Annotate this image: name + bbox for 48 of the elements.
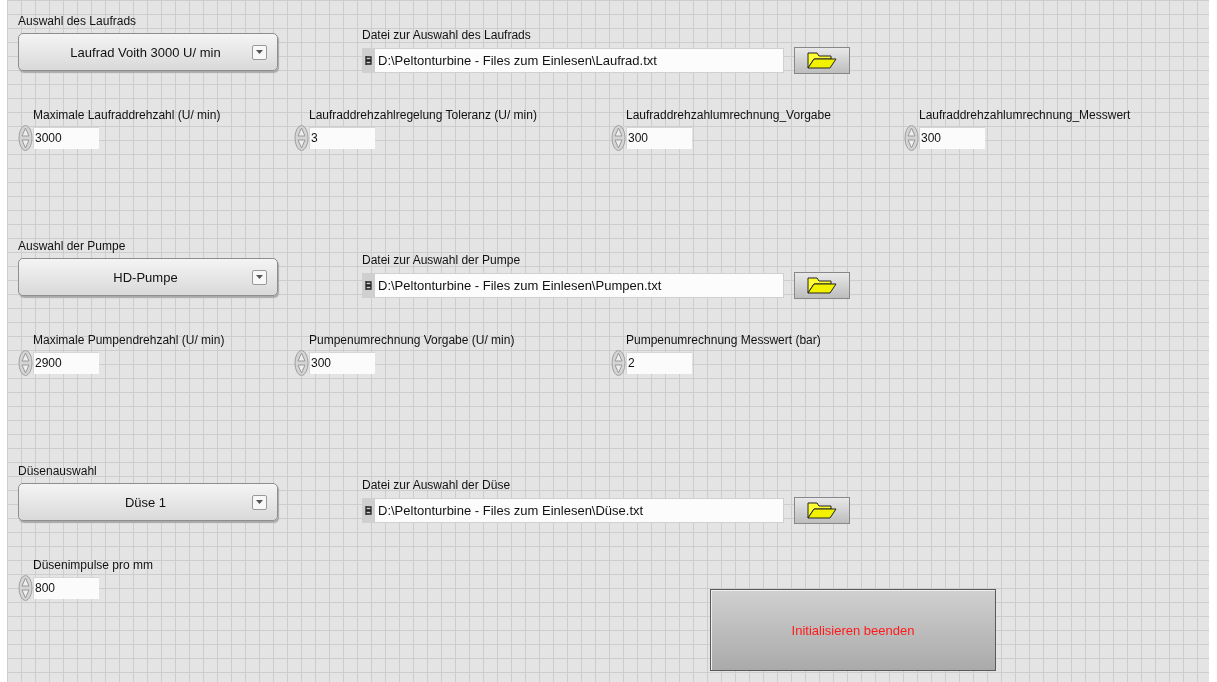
- browse-button[interactable]: [794, 497, 850, 524]
- dropdown-arrow-icon[interactable]: [256, 274, 263, 280]
- spinner-arrows-icon[interactable]: [611, 125, 626, 151]
- numeric-field[interactable]: 2: [626, 352, 692, 374]
- ring-dropdown[interactable]: Düse 1: [18, 483, 278, 521]
- folder-icon: [807, 502, 837, 519]
- spinner-arrows-icon[interactable]: [18, 575, 33, 601]
- spinner-arrows-icon[interactable]: [904, 125, 919, 151]
- ring-dropdown[interactable]: Laufrad Voith 3000 U/ min: [18, 33, 278, 71]
- spinner-arrows-icon[interactable]: [294, 125, 309, 151]
- spinner-arrows-icon[interactable]: [18, 350, 33, 376]
- numeric-label: Maximale Pumpendrehzahl (U/ min): [32, 333, 226, 348]
- numeric-field[interactable]: 300: [919, 127, 985, 149]
- selector-label: Auswahl des Laufrads: [18, 14, 138, 29]
- spinner-arrows-icon[interactable]: [294, 350, 309, 376]
- numeric-label: Pumpenumrechnung Messwert (bar): [625, 333, 822, 348]
- numeric-field[interactable]: 3: [309, 127, 375, 149]
- numeric-field[interactable]: 3000: [33, 127, 99, 149]
- dropdown-arrow-icon[interactable]: [256, 49, 263, 55]
- file-path-field[interactable]: D:\Peltonturbine - Files zum Einlesen\Pumpen.txt: [362, 273, 784, 298]
- selector-label: Düsenauswahl: [18, 464, 98, 479]
- file-path-label: Datei zur Auswahl der Pumpe: [362, 253, 522, 268]
- spinner-arrows-icon[interactable]: [611, 350, 626, 376]
- path-icon: [365, 505, 373, 516]
- numeric-field[interactable]: 2900: [33, 352, 99, 374]
- numeric-label: Laufraddrehzahlumrechnung_Messwert: [918, 108, 1132, 123]
- numeric-field[interactable]: 800: [33, 577, 99, 599]
- folder-icon: [807, 277, 837, 294]
- folder-icon: [807, 52, 837, 69]
- numeric-field[interactable]: 300: [309, 352, 375, 374]
- numeric-label: Laufraddrehzahlumrechnung_Vorgabe: [625, 108, 832, 123]
- path-icon: [365, 55, 373, 66]
- file-path-field[interactable]: D:\Peltonturbine - Files zum Einlesen\Laufrad.txt: [362, 48, 784, 73]
- spinner-arrows-icon[interactable]: [18, 125, 33, 151]
- numeric-label: Maximale Laufraddrehzahl (U/ min): [32, 108, 222, 123]
- browse-button[interactable]: [794, 47, 850, 74]
- numeric-label: Laufraddrehzahlregelung Toleranz (U/ min): [308, 108, 538, 123]
- file-path-label: Datei zur Auswahl der Düse: [362, 478, 512, 493]
- dropdown-arrow-icon[interactable]: [256, 499, 263, 505]
- numeric-field[interactable]: 300: [626, 127, 692, 149]
- browse-button[interactable]: [794, 272, 850, 299]
- ring-dropdown[interactable]: HD-Pumpe: [18, 258, 278, 296]
- numeric-label: Pumpenumrechnung Vorgabe (U/ min): [308, 333, 516, 348]
- file-path-field[interactable]: D:\Peltonturbine - Files zum Einlesen\Düse.txt: [362, 498, 784, 523]
- file-path-label: Datei zur Auswahl des Laufrads: [362, 28, 532, 43]
- numeric-label: Düsenimpulse pro mm: [32, 558, 155, 573]
- selector-label: Auswahl der Pumpe: [18, 239, 127, 254]
- path-icon: [365, 280, 373, 291]
